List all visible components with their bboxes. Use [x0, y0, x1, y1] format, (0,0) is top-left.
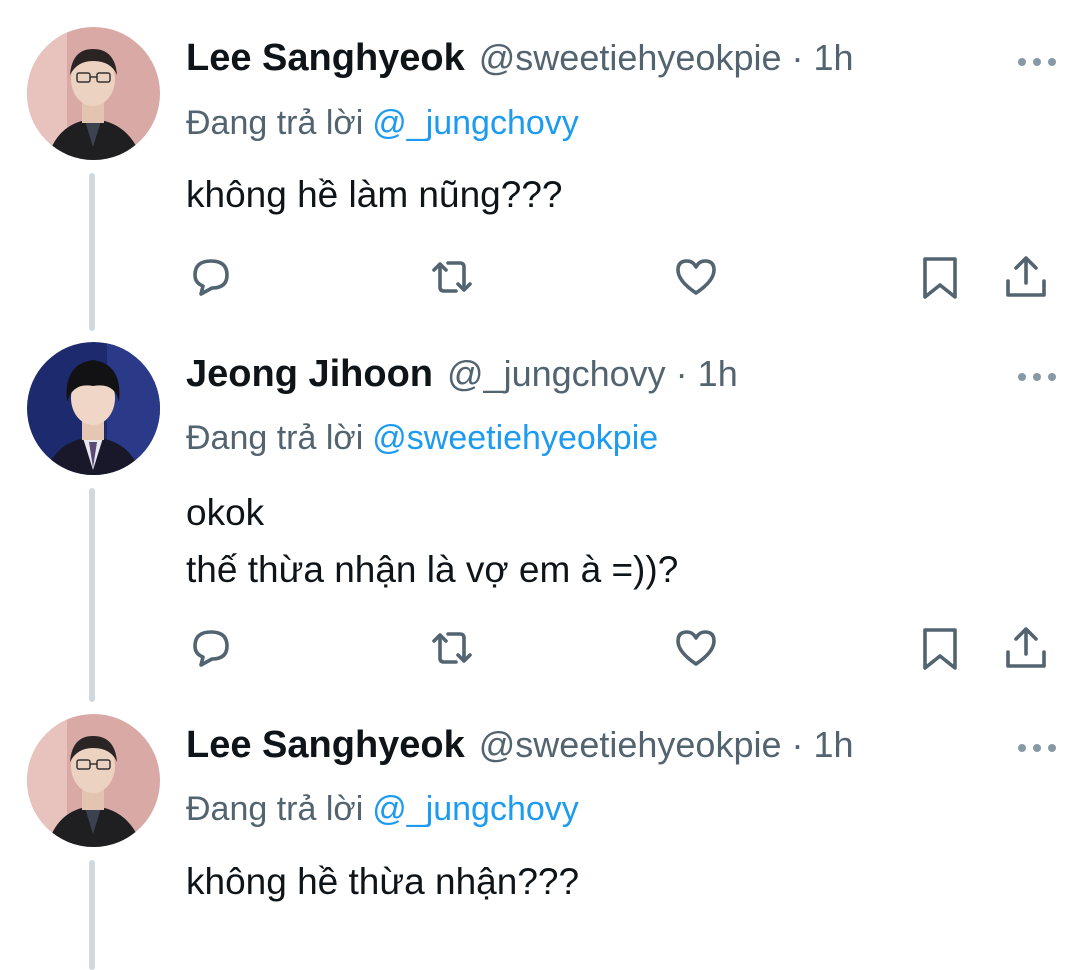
speech-bubble-icon: [193, 259, 229, 296]
action-bar: [0, 253, 1080, 301]
timestamp[interactable]: 1h: [698, 353, 738, 395]
timestamp[interactable]: 1h: [813, 37, 853, 79]
bookmark-icon: [923, 257, 957, 299]
bookmark-button[interactable]: [916, 624, 964, 672]
share-button[interactable]: [1002, 624, 1050, 672]
heart-icon: [676, 630, 716, 666]
replying-to: Đang trả lời @_jungchovy: [186, 790, 579, 829]
user-handle[interactable]: @sweetiehyeokpie: [479, 37, 782, 79]
avatar-jeong-jihoon-image: [27, 342, 160, 475]
retweet-icon: [432, 261, 472, 293]
display-name[interactable]: Lee Sanghyeok: [186, 724, 465, 767]
reply-prefix: Đang trả lời: [186, 419, 364, 457]
share-icon: [1006, 627, 1046, 668]
more-dots-icon[interactable]: [1016, 371, 1058, 383]
tweet-text-line: thế thừa nhận là vợ em à =))?: [186, 549, 679, 590]
thread-line: [89, 173, 95, 331]
avatar-lee-sanghyeok-image: [27, 27, 160, 160]
avatar-lee-sanghyeok-image: [27, 714, 160, 847]
display-name[interactable]: Jeong Jihoon: [186, 353, 433, 396]
separator-dot: ·: [675, 353, 688, 394]
retweet-button[interactable]: [428, 253, 476, 301]
heart-icon: [676, 259, 716, 295]
avatar[interactable]: [27, 714, 160, 847]
tweet-text: không hề làm nũng???: [186, 170, 562, 219]
tweet-text: không hề thừa nhận???: [186, 857, 579, 906]
replying-to: Đang trả lời @sweetiehyeokpie: [186, 419, 658, 458]
avatar[interactable]: [27, 342, 160, 475]
like-button[interactable]: [672, 624, 720, 672]
tweet-header: Lee Sanghyeok @sweetiehyeokpie · 1h: [186, 37, 854, 87]
tweet-header: Jeong Jihoon @_jungchovy · 1h: [186, 353, 738, 403]
display-name[interactable]: Lee Sanghyeok: [186, 37, 465, 80]
separator-dot: ·: [791, 724, 804, 765]
avatar[interactable]: [27, 27, 160, 160]
reply-mention[interactable]: @_jungchovy: [372, 104, 579, 142]
user-handle[interactable]: @sweetiehyeokpie: [479, 724, 782, 766]
like-button[interactable]: [672, 253, 720, 301]
reply-button[interactable]: [187, 253, 235, 301]
reply-mention[interactable]: @_jungchovy: [372, 790, 579, 828]
tweet-header: Lee Sanghyeok @sweetiehyeokpie · 1h: [186, 724, 854, 774]
reply-button[interactable]: [187, 624, 235, 672]
bookmark-icon: [923, 628, 957, 670]
more-dots-icon[interactable]: [1016, 742, 1058, 754]
reply-mention[interactable]: @sweetiehyeokpie: [372, 419, 658, 457]
more-dots-icon[interactable]: [1016, 56, 1058, 68]
share-icon: [1006, 256, 1046, 297]
reply-prefix: Đang trả lời: [186, 104, 364, 142]
user-handle[interactable]: @_jungchovy: [447, 353, 666, 395]
tweet-text-line: okok: [186, 492, 265, 533]
retweet-icon: [432, 632, 472, 664]
timestamp[interactable]: 1h: [813, 724, 853, 766]
speech-bubble-icon: [193, 630, 229, 667]
replying-to: Đang trả lời @_jungchovy: [186, 104, 579, 143]
share-button[interactable]: [1002, 253, 1050, 301]
tweet-text-line: không hề làm nũng???: [186, 174, 563, 215]
bookmark-button[interactable]: [916, 253, 964, 301]
separator-dot: ·: [791, 37, 804, 78]
action-bar: [0, 624, 1080, 672]
tweet-text-line: không hề thừa nhận???: [186, 861, 580, 902]
thread-line: [89, 860, 95, 970]
tweet-text: okok thế thừa nhận là vợ em à =))?: [186, 488, 678, 594]
retweet-button[interactable]: [428, 624, 476, 672]
reply-prefix: Đang trả lời: [186, 790, 364, 828]
